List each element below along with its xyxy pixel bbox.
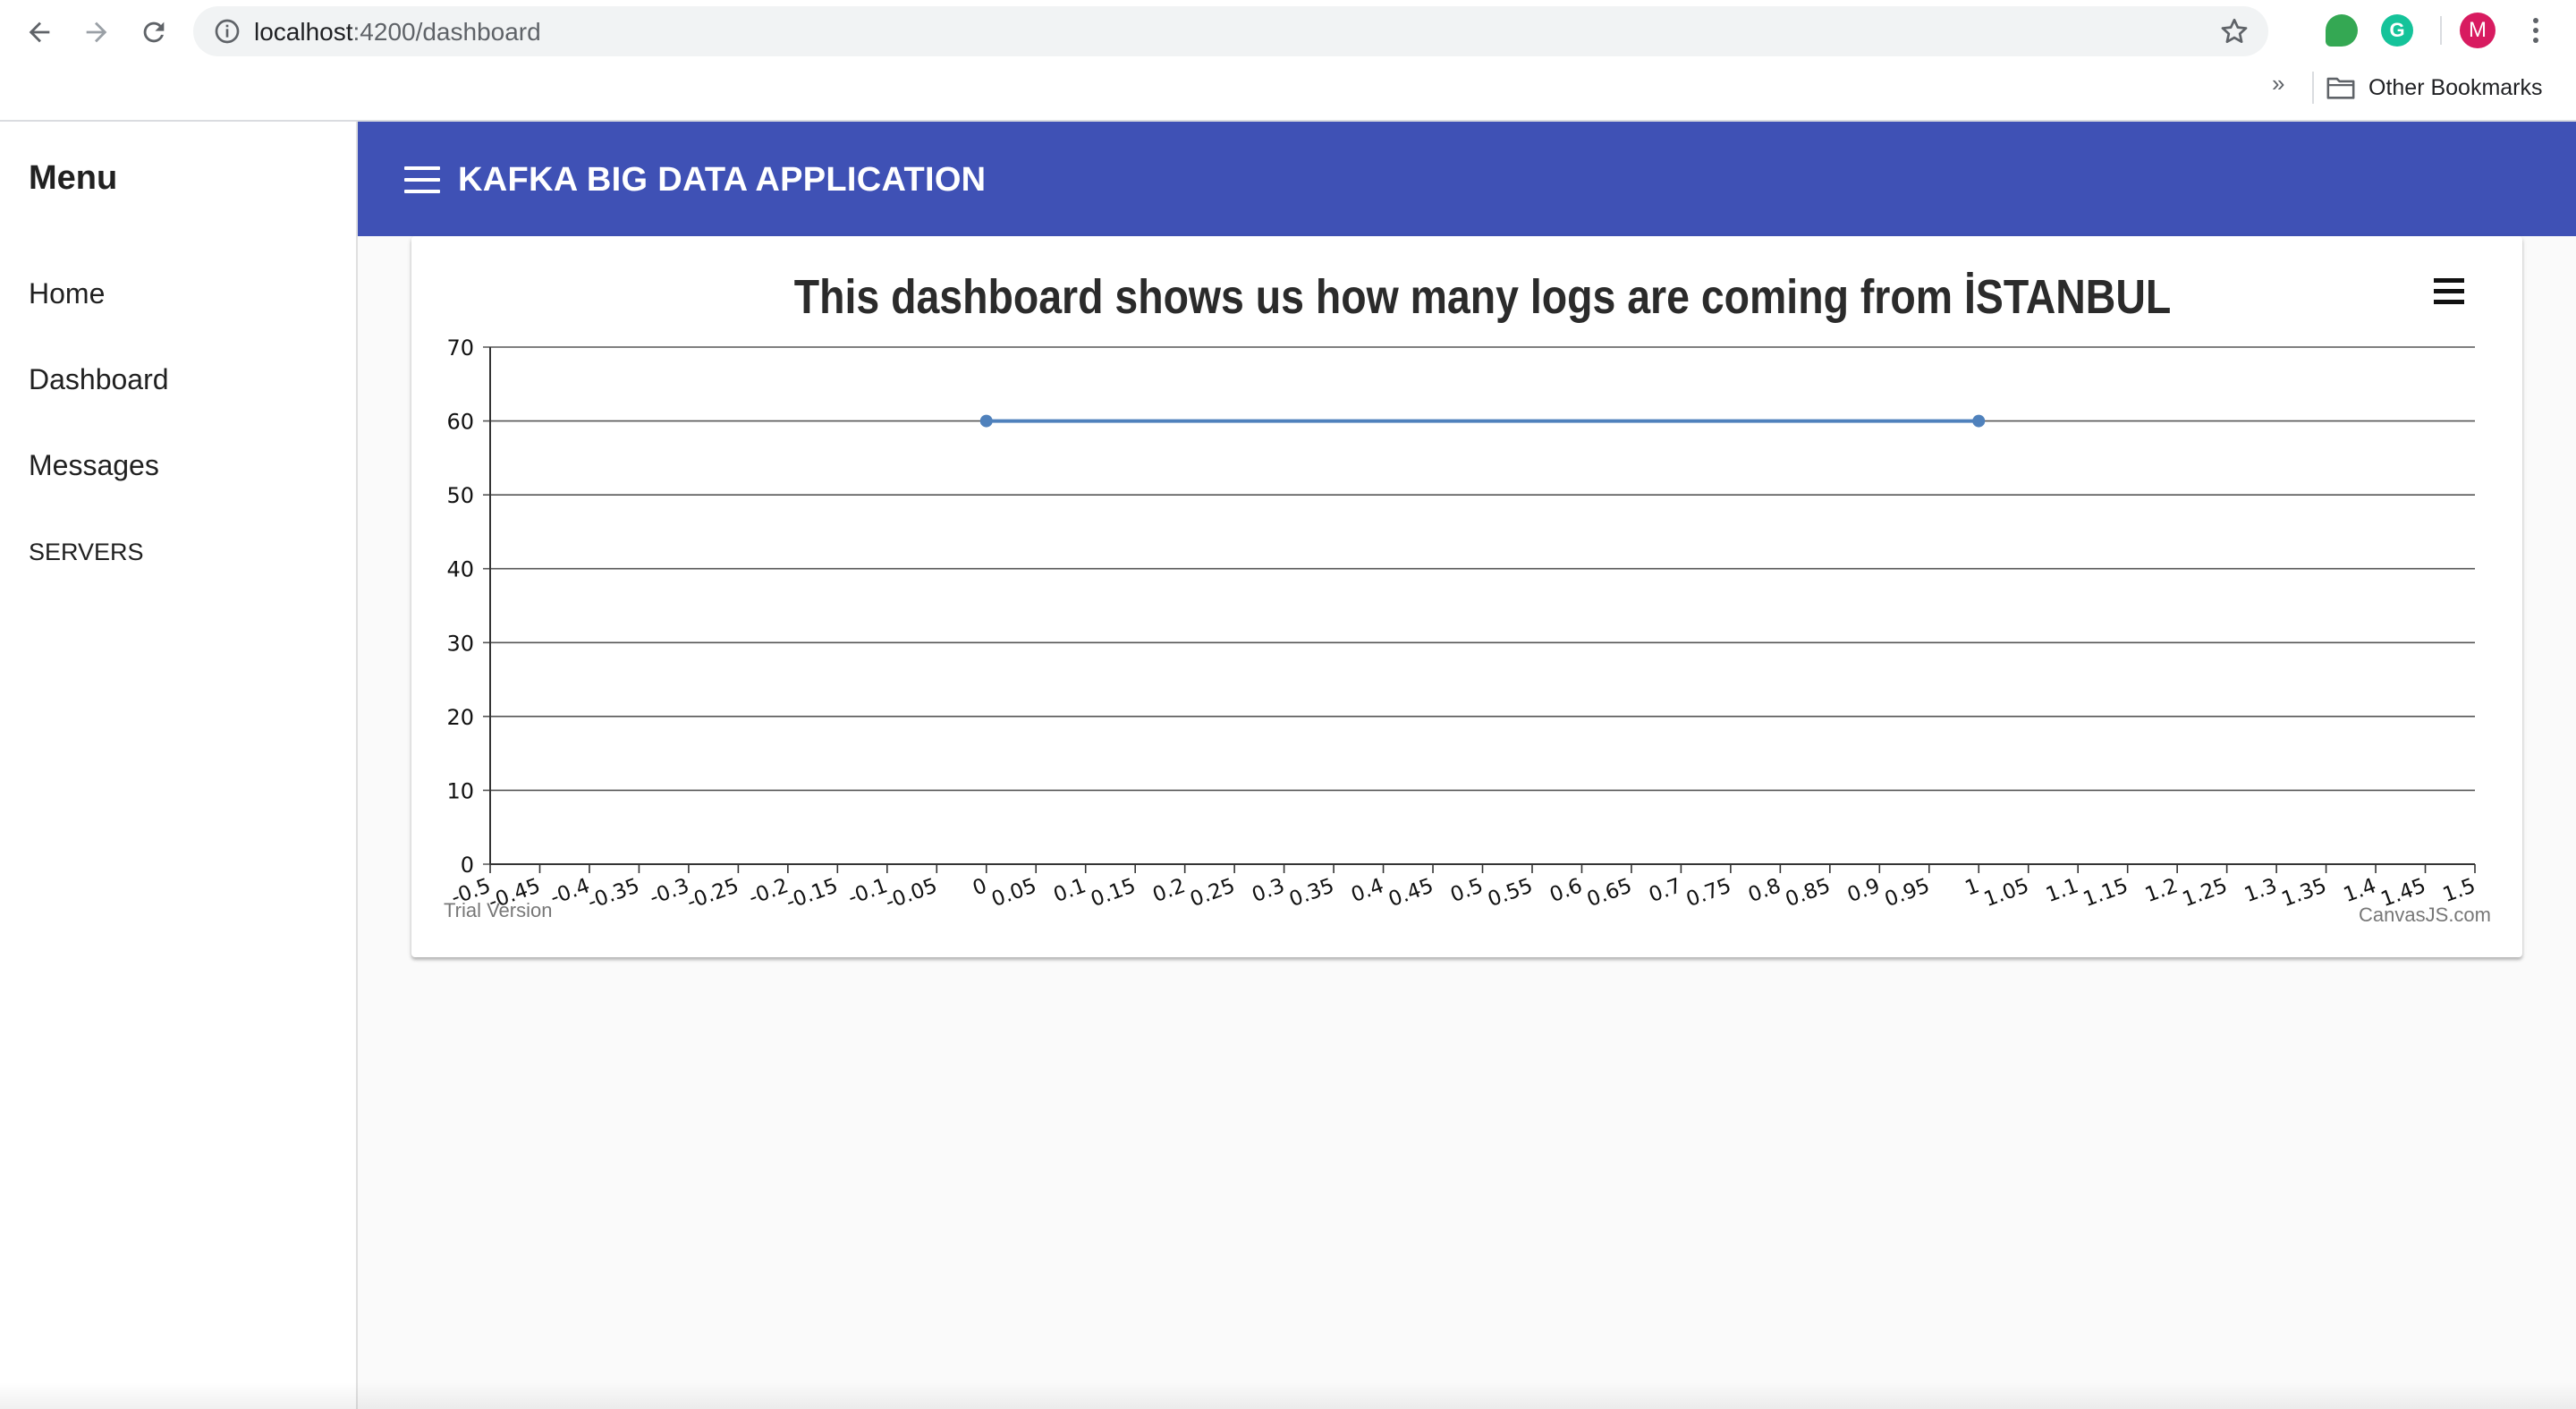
- other-bookmarks-label: Other Bookmarks: [2368, 74, 2543, 100]
- forward-button[interactable]: [77, 13, 116, 52]
- x-tick-label: 1.3: [2241, 874, 2280, 907]
- x-tick-label: 0.1: [1050, 874, 1089, 907]
- x-tick-label: 0.25: [1187, 874, 1238, 912]
- address-bar[interactable]: localhost:4200/dashboard: [193, 6, 2268, 56]
- grammarly-label: G: [2389, 19, 2405, 41]
- reload-button[interactable]: [134, 13, 174, 52]
- bookmark-star-icon[interactable]: [2218, 15, 2250, 47]
- menu-toggle-icon[interactable]: [404, 166, 440, 193]
- x-tick-label: 1.05: [1981, 874, 2032, 912]
- browser-menu-button[interactable]: [2522, 13, 2549, 48]
- y-tick-label: 50: [446, 483, 474, 508]
- arrow-right-icon: [86, 21, 107, 43]
- x-tick-label: 0.95: [1882, 874, 1933, 912]
- x-tick-label: 0.75: [1683, 874, 1734, 912]
- url-host: localhost: [254, 18, 353, 46]
- x-tick-label: 1.15: [2080, 874, 2131, 912]
- canvasjs-credit-label: CanvasJS.com: [2359, 904, 2491, 926]
- x-tick-label: -0.05: [883, 874, 941, 914]
- x-tick-label: 1: [1962, 874, 1983, 900]
- x-tick-label: 0.3: [1249, 874, 1287, 907]
- profile-initial: M: [2469, 18, 2487, 42]
- chart-menu-icon[interactable]: [2434, 278, 2464, 304]
- x-tick-label: -0.15: [784, 874, 842, 914]
- y-tick-label: 60: [446, 410, 474, 435]
- x-tick-label: 1.35: [2279, 874, 2330, 912]
- data-point: [979, 414, 993, 428]
- x-tick-label: 0.05: [988, 874, 1039, 912]
- x-tick-label: 1.5: [2440, 874, 2479, 907]
- chart-card: This dashboard shows us how many logs ar…: [411, 236, 2522, 957]
- bookmarks-divider: [2312, 72, 2314, 104]
- trial-version-label: Trial Version: [444, 899, 552, 921]
- y-tick-label: 70: [446, 335, 474, 361]
- extension-green-icon[interactable]: [2326, 14, 2358, 47]
- x-tick-label: 0.45: [1385, 874, 1436, 912]
- x-tick-label: 0.2: [1149, 874, 1188, 907]
- x-tick-label: 0.15: [1088, 874, 1139, 912]
- app-toolbar: KAFKA BIG DATA APPLICATION: [358, 122, 2576, 236]
- x-tick-label: 1.25: [2180, 874, 2231, 912]
- x-tick-label: 0: [970, 874, 990, 900]
- x-tick-label: 0.5: [1447, 874, 1486, 907]
- x-tick-label: 0.8: [1745, 874, 1784, 907]
- back-button[interactable]: [20, 13, 59, 52]
- y-tick-label: 0: [461, 853, 474, 878]
- bookmarks-overflow-button[interactable]: »: [2272, 70, 2284, 98]
- folder-icon: [2326, 77, 2355, 99]
- sidebar-item-messages[interactable]: Messages: [29, 449, 159, 482]
- x-tick-label: 0.9: [1844, 874, 1883, 907]
- x-tick-label: 0.65: [1584, 874, 1635, 912]
- other-bookmarks-folder[interactable]: Other Bookmarks: [2326, 72, 2543, 104]
- data-point: [1972, 414, 1986, 428]
- side-menu: Menu Home Dashboard Messages SERVERS: [0, 122, 358, 1409]
- x-tick-label: -0.25: [684, 874, 742, 914]
- x-tick-label: 0.85: [1783, 874, 1834, 912]
- x-tick-label: 0.55: [1485, 874, 1536, 912]
- sidebar-item-dashboard[interactable]: Dashboard: [29, 363, 169, 396]
- info-icon[interactable]: [213, 17, 242, 46]
- sidebar-item-home[interactable]: Home: [29, 277, 105, 310]
- arrow-left-icon: [29, 21, 50, 43]
- url-path: :4200/dashboard: [352, 18, 541, 46]
- line-chart: This dashboard shows us how many logs ar…: [444, 269, 2491, 926]
- sidebar-item-servers[interactable]: SERVERS: [29, 539, 144, 566]
- y-tick-label: 10: [446, 778, 474, 803]
- y-tick-label: 30: [446, 631, 474, 656]
- y-tick-label: 40: [446, 557, 474, 582]
- x-tick-label: 0.4: [1348, 874, 1386, 907]
- app-title: KAFKA BIG DATA APPLICATION: [458, 161, 987, 199]
- x-tick-label: 0.6: [1546, 874, 1585, 907]
- main-content: This dashboard shows us how many logs ar…: [358, 236, 2576, 1409]
- x-tick-label: 1.1: [2043, 874, 2081, 907]
- x-tick-label: -0.35: [585, 874, 643, 914]
- x-tick-label: 1.4: [2341, 874, 2379, 907]
- toolbar-divider: [2440, 16, 2442, 45]
- profile-avatar[interactable]: M: [2460, 13, 2496, 48]
- y-tick-label: 20: [446, 705, 474, 730]
- x-tick-label: 0.35: [1286, 874, 1337, 912]
- chart-title: This dashboard shows us how many logs ar…: [794, 269, 2172, 324]
- x-tick-label: 0.7: [1646, 874, 1684, 907]
- window-bottom-shadow: [0, 1382, 2576, 1409]
- reload-icon: [143, 21, 165, 43]
- x-tick-label: 1.2: [2142, 874, 2181, 907]
- grammarly-extension-icon[interactable]: G: [2381, 14, 2413, 47]
- menu-title: Menu: [29, 159, 118, 197]
- browser-chrome: localhost:4200/dashboard G M » Other Boo…: [0, 0, 2576, 122]
- url-text[interactable]: localhost:4200/dashboard: [254, 18, 541, 47]
